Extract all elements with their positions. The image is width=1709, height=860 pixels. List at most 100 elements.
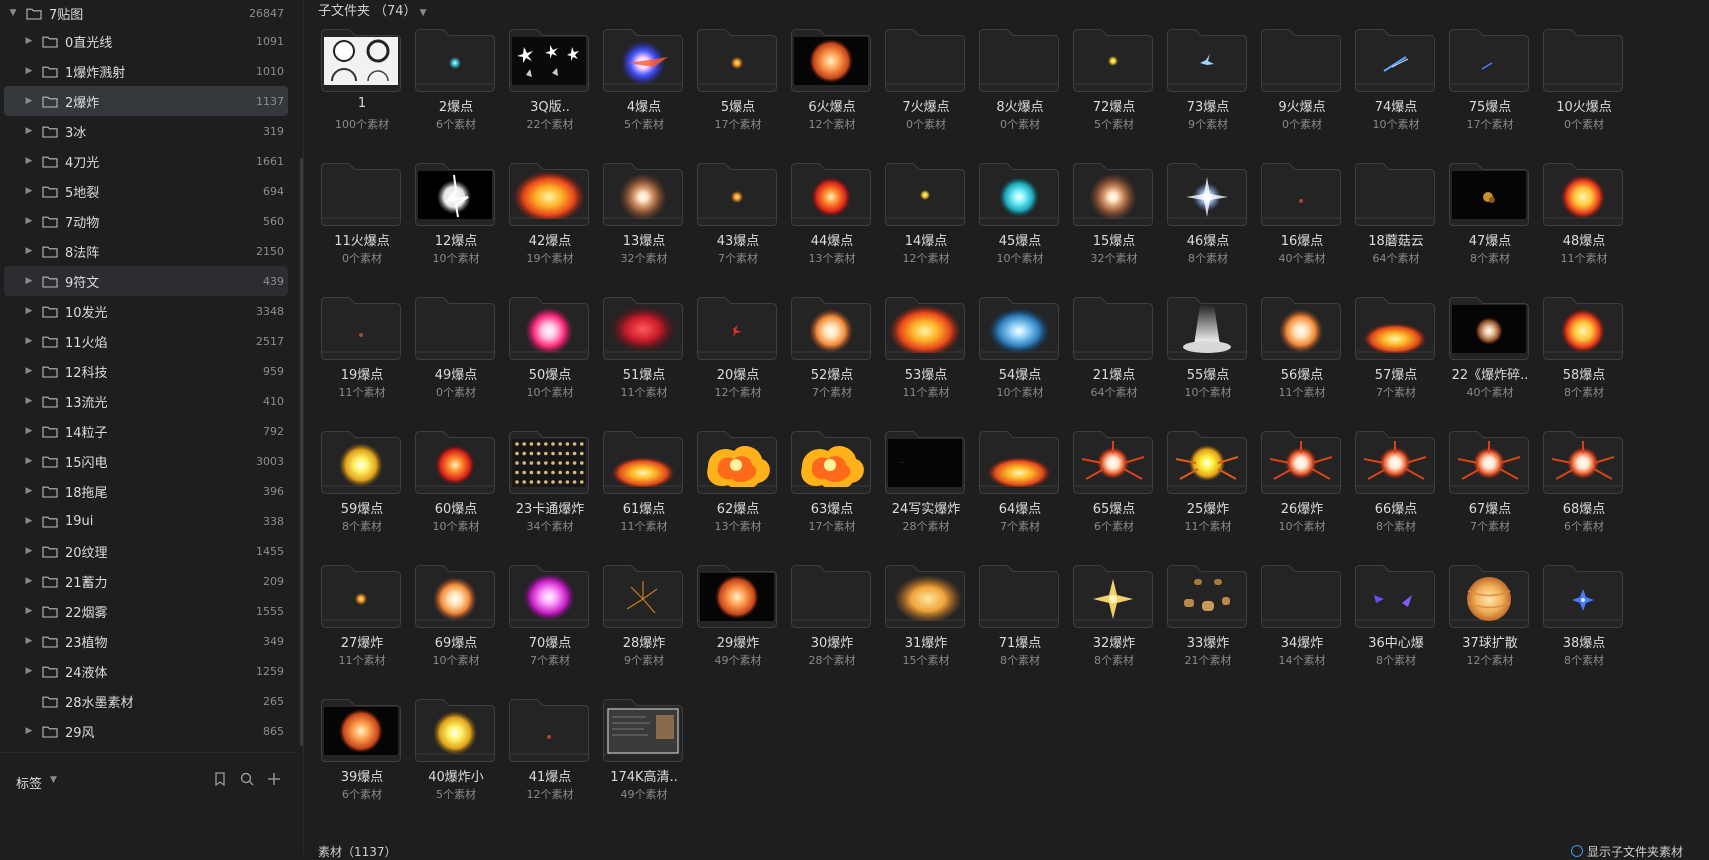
tree-folder-item[interactable]: ▶ 3冰 319 [4, 116, 288, 146]
tree-folder-item[interactable]: ▶ 5地裂 694 [4, 176, 288, 206]
folder-card[interactable]: 45爆点 10个素材 [976, 162, 1059, 282]
folder-card[interactable]: 26爆炸 10个素材 [1258, 430, 1341, 550]
tree-folder-item[interactable]: ▶ 9符文 439 [4, 266, 288, 296]
checkbox-icon[interactable] [1570, 845, 1583, 857]
folder-card[interactable]: ··· · · 24写实爆炸 28个素材 [882, 430, 965, 550]
folder-card[interactable]: 47爆点 8个素材 [1446, 162, 1529, 282]
folder-card[interactable]: 38爆点 8个素材 [1540, 564, 1623, 684]
chevron-right-icon[interactable]: ▶ [24, 366, 34, 376]
chevron-right-icon[interactable]: ▶ [24, 216, 34, 226]
tree-folder-item[interactable]: ▶ 7动物 560 [4, 206, 288, 236]
add-icon[interactable] [266, 771, 284, 789]
tags-title[interactable]: 标签 [16, 773, 42, 792]
folder-card[interactable]: 9火爆点 0个素材 [1258, 28, 1341, 148]
folder-card[interactable]: 73爆点 9个素材 [1164, 28, 1247, 148]
tree-folder-item[interactable]: ▶ 21蓄力 209 [4, 566, 288, 596]
folder-card[interactable]: 37球扩散 12个素材 [1446, 564, 1529, 684]
folder-card[interactable]: 12爆点 10个素材 [412, 162, 495, 282]
folder-card[interactable]: 53爆点 11个素材 [882, 296, 965, 416]
folder-card[interactable]: 70爆点 7个素材 [506, 564, 589, 684]
folder-card[interactable]: 34爆炸 14个素材 [1258, 564, 1341, 684]
show-subfolder-materials-toggle[interactable]: 显示子文件夹素材 [1570, 843, 1683, 860]
folder-card[interactable]: 40爆炸小 5个素材 [412, 698, 495, 818]
folder-card[interactable]: 72爆点 5个素材 [1070, 28, 1153, 148]
folder-card[interactable]: 48爆点 11个素材 [1540, 162, 1623, 282]
tree-folder-item[interactable]: ▶ 23植物 349 [4, 626, 288, 656]
chevron-down-icon[interactable]: ▼ [50, 775, 57, 785]
tree-folder-item[interactable]: ▶ 24液体 1259 [4, 656, 288, 686]
folder-card[interactable]: 19爆点 11个素材 [318, 296, 401, 416]
tree-folder-item[interactable]: ▶ 22烟雾 1555 [4, 596, 288, 626]
folder-card[interactable]: 20爆点 12个素材 [694, 296, 777, 416]
tree-folder-item[interactable]: ▶ 20纹理 1455 [4, 536, 288, 566]
folder-card[interactable]: 25爆炸 11个素材 [1164, 430, 1247, 550]
folder-card[interactable]: 55爆点 10个素材 [1164, 296, 1247, 416]
chevron-right-icon[interactable]: ▶ [24, 126, 34, 136]
subfolder-header[interactable]: 子文件夹 （74） ▼ [318, 0, 426, 19]
folder-card[interactable]: 8火爆点 0个素材 [976, 28, 1059, 148]
chevron-right-icon[interactable]: ▶ [24, 96, 34, 106]
folder-card[interactable]: 13爆点 32个素材 [600, 162, 683, 282]
folder-card[interactable]: 58爆点 8个素材 [1540, 296, 1623, 416]
folder-card[interactable]: 49爆点 0个素材 [412, 296, 495, 416]
chevron-right-icon[interactable]: ▶ [24, 606, 34, 616]
folder-card[interactable]: 59爆点 8个素材 [318, 430, 401, 550]
folder-card[interactable]: 60爆点 10个素材 [412, 430, 495, 550]
folder-card[interactable]: 7火爆点 0个素材 [882, 28, 965, 148]
tree-folder-item[interactable]: ▶ 13流光 410 [4, 386, 288, 416]
bookmark-icon[interactable] [212, 771, 230, 789]
chevron-right-icon[interactable]: ▶ [24, 726, 34, 736]
chevron-right-icon[interactable]: ▶ [24, 576, 34, 586]
folder-card[interactable]: 5爆点 17个素材 [694, 28, 777, 148]
folder-card[interactable]: 50爆点 10个素材 [506, 296, 589, 416]
folder-card[interactable]: 2爆点 6个素材 [412, 28, 495, 148]
folder-card[interactable]: 42爆点 19个素材 [506, 162, 589, 282]
folder-card[interactable]: 33爆炸 21个素材 [1164, 564, 1247, 684]
folder-card[interactable]: 52爆点 7个素材 [788, 296, 871, 416]
folder-card[interactable]: 31爆炸 15个素材 [882, 564, 965, 684]
tree-folder-item[interactable]: ▶ 15闪电 3003 [4, 446, 288, 476]
folder-card[interactable]: 15爆点 32个素材 [1070, 162, 1153, 282]
tree-folder-item[interactable]: ▶ 1爆炸溅射 1010 [4, 56, 288, 86]
folder-card[interactable]: 3Q版.. 22个素材 [506, 28, 589, 148]
chevron-right-icon[interactable]: ▶ [24, 246, 34, 256]
chevron-right-icon[interactable]: ▶ [24, 156, 34, 166]
chevron-right-icon[interactable]: ▶ [24, 666, 34, 676]
chevron-right-icon[interactable]: ▶ [24, 66, 34, 76]
folder-card[interactable]: 74爆点 10个素材 [1352, 28, 1435, 148]
folder-card[interactable]: 11火爆点 0个素材 [318, 162, 401, 282]
folder-card[interactable]: 41爆点 12个素材 [506, 698, 589, 818]
folder-card[interactable]: 61爆点 11个素材 [600, 430, 683, 550]
folder-card[interactable]: 39爆点 6个素材 [318, 698, 401, 818]
folder-card[interactable]: 18蘑菇云 64个素材 [1352, 162, 1435, 282]
folder-card[interactable]: 32爆炸 8个素材 [1070, 564, 1153, 684]
chevron-right-icon[interactable]: ▶ [24, 516, 34, 526]
folder-card[interactable]: 28爆炸 9个素材 [600, 564, 683, 684]
chevron-down-icon[interactable]: ▼ [8, 8, 18, 18]
chevron-right-icon[interactable]: ▶ [24, 486, 34, 496]
chevron-right-icon[interactable]: ▶ [24, 636, 34, 646]
folder-card[interactable]: 23卡通爆炸 34个素材 [506, 430, 589, 550]
chevron-right-icon[interactable]: ▶ [24, 396, 34, 406]
tree-folder-item[interactable]: ▶ 4刀光 1661 [4, 146, 288, 176]
folder-card[interactable]: 43爆点 7个素材 [694, 162, 777, 282]
chevron-right-icon[interactable]: ▶ [24, 546, 34, 556]
folder-card[interactable]: 75爆点 17个素材 [1446, 28, 1529, 148]
folder-card[interactable]: 56爆点 11个素材 [1258, 296, 1341, 416]
chevron-right-icon[interactable]: ▶ [24, 336, 34, 346]
folder-card[interactable]: 30爆炸 28个素材 [788, 564, 871, 684]
tree-folder-item[interactable]: ▶ 10发光 3348 [4, 296, 288, 326]
tree-folder-item[interactable]: ▶ 0直光线 1091 [4, 26, 288, 56]
tree-folder-item[interactable]: 28水墨素材 265 [4, 686, 288, 716]
folder-card[interactable]: 36中心爆 8个素材 [1352, 564, 1435, 684]
folder-card[interactable]: 51爆点 11个素材 [600, 296, 683, 416]
sidebar-scrollbar[interactable] [300, 158, 303, 746]
tree-folder-item[interactable]: ▶ 12科技 959 [4, 356, 288, 386]
folder-card[interactable]: 71爆点 8个素材 [976, 564, 1059, 684]
folder-card[interactable]: 4爆点 5个素材 [600, 28, 683, 148]
folder-card[interactable]: 27爆炸 11个素材 [318, 564, 401, 684]
folder-card[interactable]: 1 100个素材 [318, 28, 401, 148]
folder-card[interactable]: 6火爆点 12个素材 [788, 28, 871, 148]
folder-card[interactable]: 46爆点 8个素材 [1164, 162, 1247, 282]
chevron-down-icon[interactable]: ▼ [420, 8, 427, 18]
